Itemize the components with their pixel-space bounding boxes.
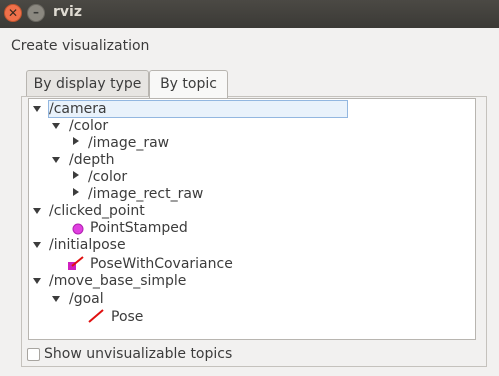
title-bar: ✕ – rviz: [0, 0, 499, 28]
topic-tree[interactable]: /camera /color /image_raw /depth /color …: [28, 98, 476, 340]
expand-arrow-icon[interactable]: [33, 242, 41, 248]
close-window-button[interactable]: ✕: [4, 4, 22, 22]
tree-item-pose[interactable]: Pose: [111, 308, 143, 326]
expand-arrow-icon[interactable]: [52, 123, 60, 129]
tree-item-depth[interactable]: /depth: [69, 151, 114, 169]
tab-by-topic[interactable]: By topic: [149, 70, 228, 98]
pose-with-covariance-icon: [68, 256, 84, 270]
tree-item-depth-color[interactable]: /color: [88, 168, 127, 186]
expand-arrow-icon[interactable]: [33, 106, 41, 112]
show-unvisualizable-checkbox[interactable]: [27, 348, 40, 361]
tree-item-camera[interactable]: /camera: [49, 100, 107, 118]
expand-arrow-icon[interactable]: [52, 157, 60, 163]
tree-item-image-rect-raw[interactable]: /image_rect_raw: [88, 185, 203, 203]
tree-item-posewithcovariance[interactable]: PoseWithCovariance: [90, 255, 233, 273]
expand-arrow-icon[interactable]: [52, 296, 60, 302]
dialog-heading: Create visualization: [11, 38, 150, 54]
tab-by-display-type[interactable]: By display type: [26, 70, 149, 97]
tree-item-color[interactable]: /color: [69, 117, 108, 135]
collapse-arrow-icon[interactable]: [73, 137, 79, 145]
tree-item-pointstamped[interactable]: PointStamped: [90, 219, 188, 237]
collapse-arrow-icon[interactable]: [73, 188, 79, 196]
tree-item-move-base-simple[interactable]: /move_base_simple: [49, 272, 186, 290]
tree-item-goal[interactable]: /goal: [69, 290, 104, 308]
expand-arrow-icon[interactable]: [33, 278, 41, 284]
tree-item-clicked-point[interactable]: /clicked_point: [49, 202, 145, 220]
show-unvisualizable-label[interactable]: Show unvisualizable topics: [44, 346, 232, 362]
minimize-window-button[interactable]: –: [27, 4, 45, 22]
collapse-arrow-icon[interactable]: [73, 171, 79, 179]
window-title: rviz: [53, 4, 82, 20]
point-icon: [72, 223, 84, 235]
tree-item-image-raw[interactable]: /image_raw: [88, 134, 169, 152]
pose-arrow-icon: [88, 309, 104, 323]
tree-item-initialpose[interactable]: /initialpose: [49, 236, 126, 254]
expand-arrow-icon[interactable]: [33, 208, 41, 214]
